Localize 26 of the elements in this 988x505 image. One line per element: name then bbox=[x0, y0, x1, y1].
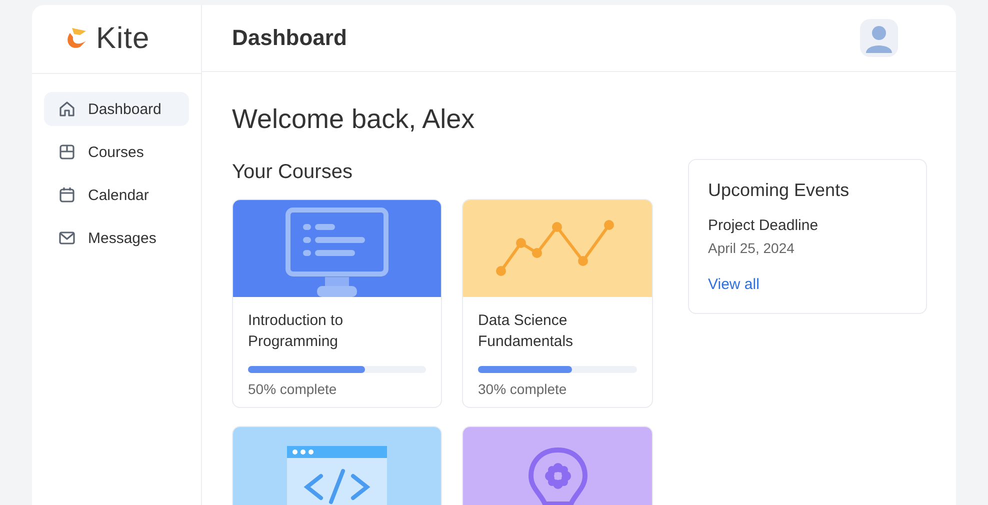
course-title: Data Science Fundamentals bbox=[478, 311, 574, 352]
card-title: Upcoming Events bbox=[708, 180, 850, 201]
code-window-icon bbox=[287, 446, 387, 505]
home-icon bbox=[58, 100, 76, 118]
calendar-icon bbox=[58, 186, 76, 204]
course-card[interactable]: Introduction to Programming 50% complete bbox=[232, 199, 442, 408]
event-name: Project Deadline bbox=[708, 217, 820, 234]
logo-text: Kite bbox=[96, 22, 150, 56]
mail-icon bbox=[58, 229, 76, 247]
sidebar-item[interactable]: Dashboard bbox=[44, 92, 189, 126]
monitor-icon bbox=[285, 207, 389, 297]
progress-label: 50% complete bbox=[248, 381, 338, 397]
event-date: April 25, 2024 bbox=[708, 240, 796, 256]
section-heading: Your Courses bbox=[232, 161, 354, 184]
avatar-button[interactable] bbox=[860, 19, 898, 57]
sidebar-item[interactable]: Courses bbox=[44, 135, 189, 169]
welcome-heading: Welcome back, Alex bbox=[232, 104, 476, 135]
progress-label: 30% complete bbox=[478, 381, 568, 397]
page-title: Dashboard bbox=[232, 25, 347, 51]
lightbulb-icon bbox=[526, 446, 588, 505]
course-card[interactable]: Data Science Fundamentals 30% complete bbox=[462, 199, 653, 408]
sidebar-item[interactable]: Calendar bbox=[44, 178, 189, 212]
layout-icon bbox=[58, 143, 76, 161]
course-title: Introduction to Programming bbox=[248, 311, 344, 352]
view-all-link[interactable]: View all bbox=[708, 276, 760, 293]
sidebar-item[interactable]: Messages bbox=[44, 221, 189, 255]
